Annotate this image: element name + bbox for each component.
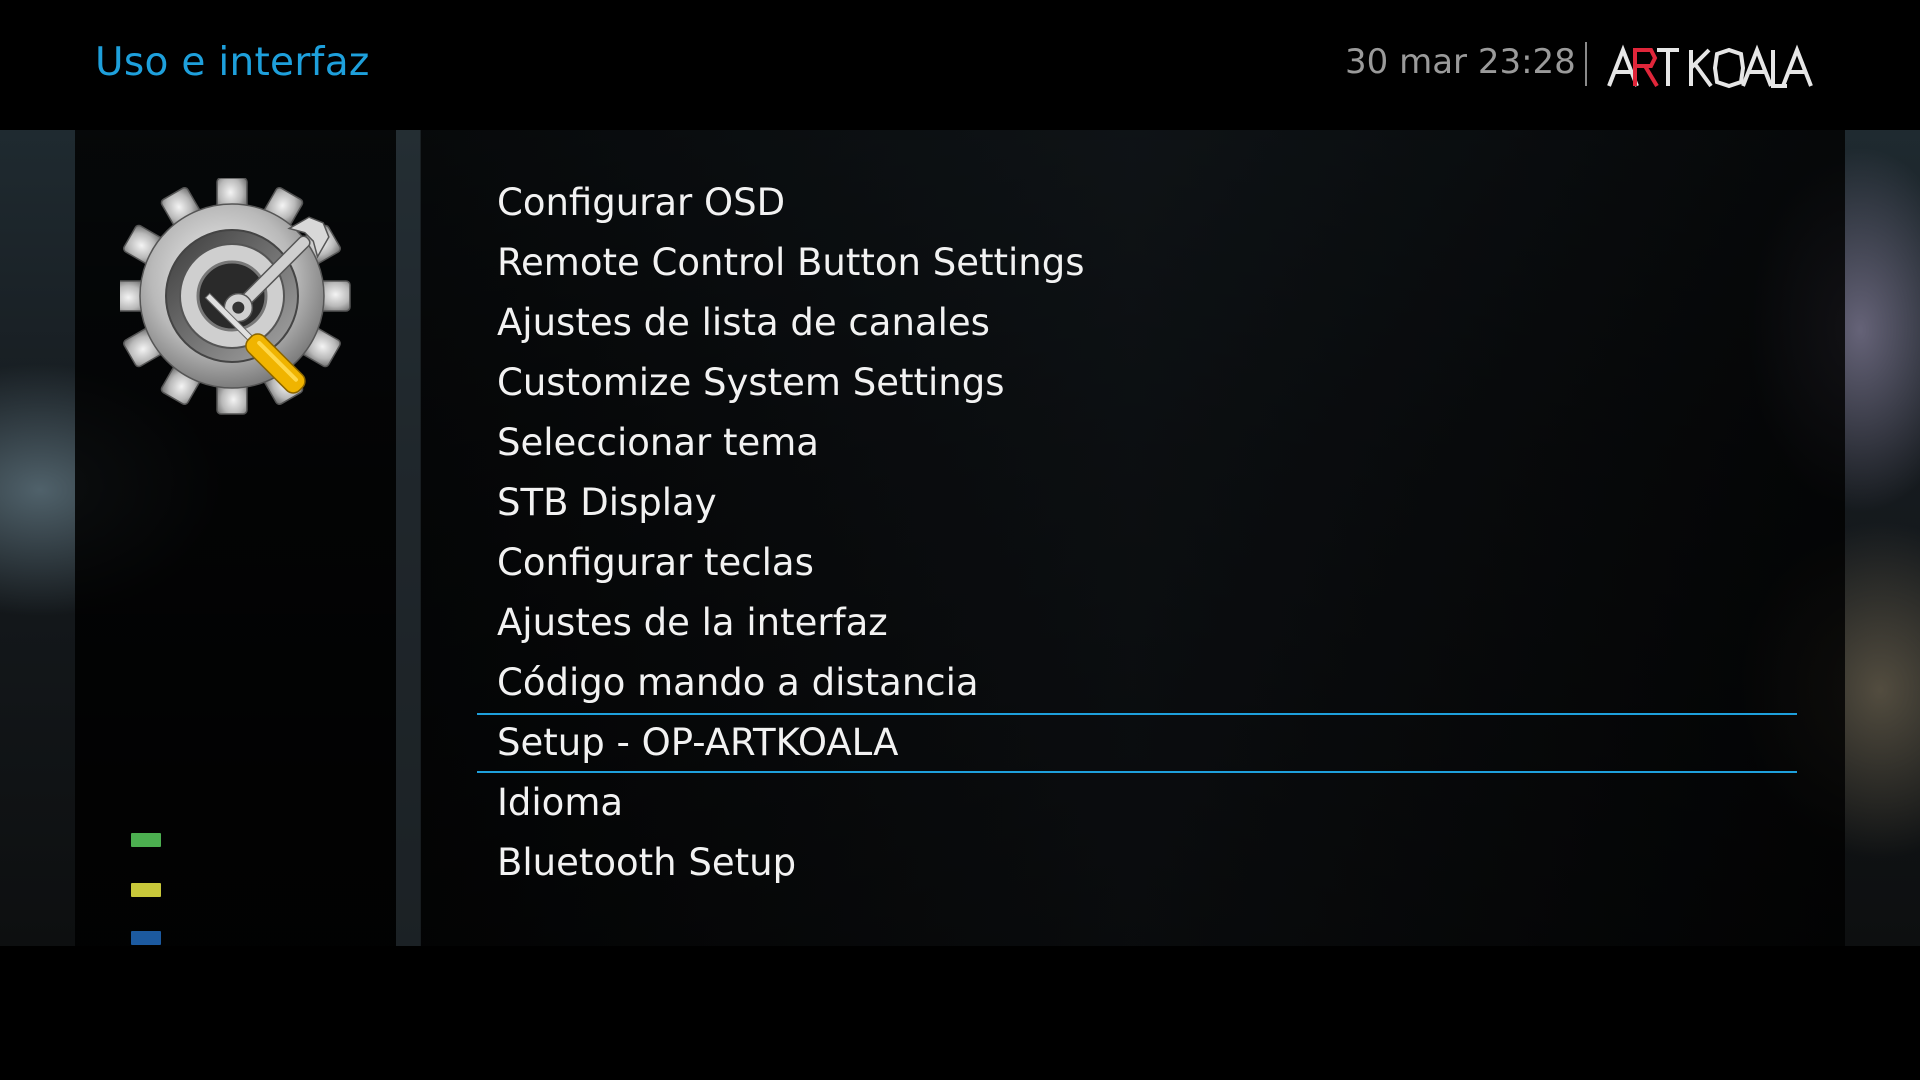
menu-item-ajustes-lista-canales[interactable]: Ajustes de lista de canales xyxy=(477,293,1797,353)
menu-item-configurar-teclas[interactable]: Configurar teclas xyxy=(477,533,1797,593)
panel-divider xyxy=(396,130,421,946)
menu-item-setup-op-artkoala[interactable]: Setup - OP-ARTKOALA xyxy=(477,713,1797,773)
page-title: Uso e interfaz xyxy=(95,40,370,85)
menu-item-configurar-osd[interactable]: Configurar OSD xyxy=(477,173,1797,233)
menu-item-customize-system-settings[interactable]: Customize System Settings xyxy=(477,353,1797,413)
menu-item-ajustes-interfaz[interactable]: Ajustes de la interfaz xyxy=(477,593,1797,653)
header-bar: Uso e interfaz 30 mar 23:28 xyxy=(0,0,1920,130)
settings-gear-wrench-icon xyxy=(120,178,351,415)
settings-menu-list: Configurar OSD Remote Control Button Set… xyxy=(477,173,1797,893)
green-key xyxy=(131,833,161,847)
menu-item-codigo-mando[interactable]: Código mando a distancia xyxy=(477,653,1797,713)
blue-key xyxy=(131,931,161,945)
header-divider xyxy=(1585,42,1587,86)
menu-item-remote-control-button-settings[interactable]: Remote Control Button Settings xyxy=(477,233,1797,293)
menu-item-bluetooth-setup[interactable]: Bluetooth Setup xyxy=(477,833,1797,893)
menu-item-idioma[interactable]: Idioma xyxy=(477,773,1797,833)
footer-bar xyxy=(0,946,1920,1080)
artkoala-logo xyxy=(1607,44,1813,89)
yellow-key xyxy=(131,883,161,897)
menu-item-stb-display[interactable]: STB Display xyxy=(477,473,1797,533)
menu-item-seleccionar-tema[interactable]: Seleccionar tema xyxy=(477,413,1797,473)
clock: 30 mar 23:28 xyxy=(1345,42,1576,82)
